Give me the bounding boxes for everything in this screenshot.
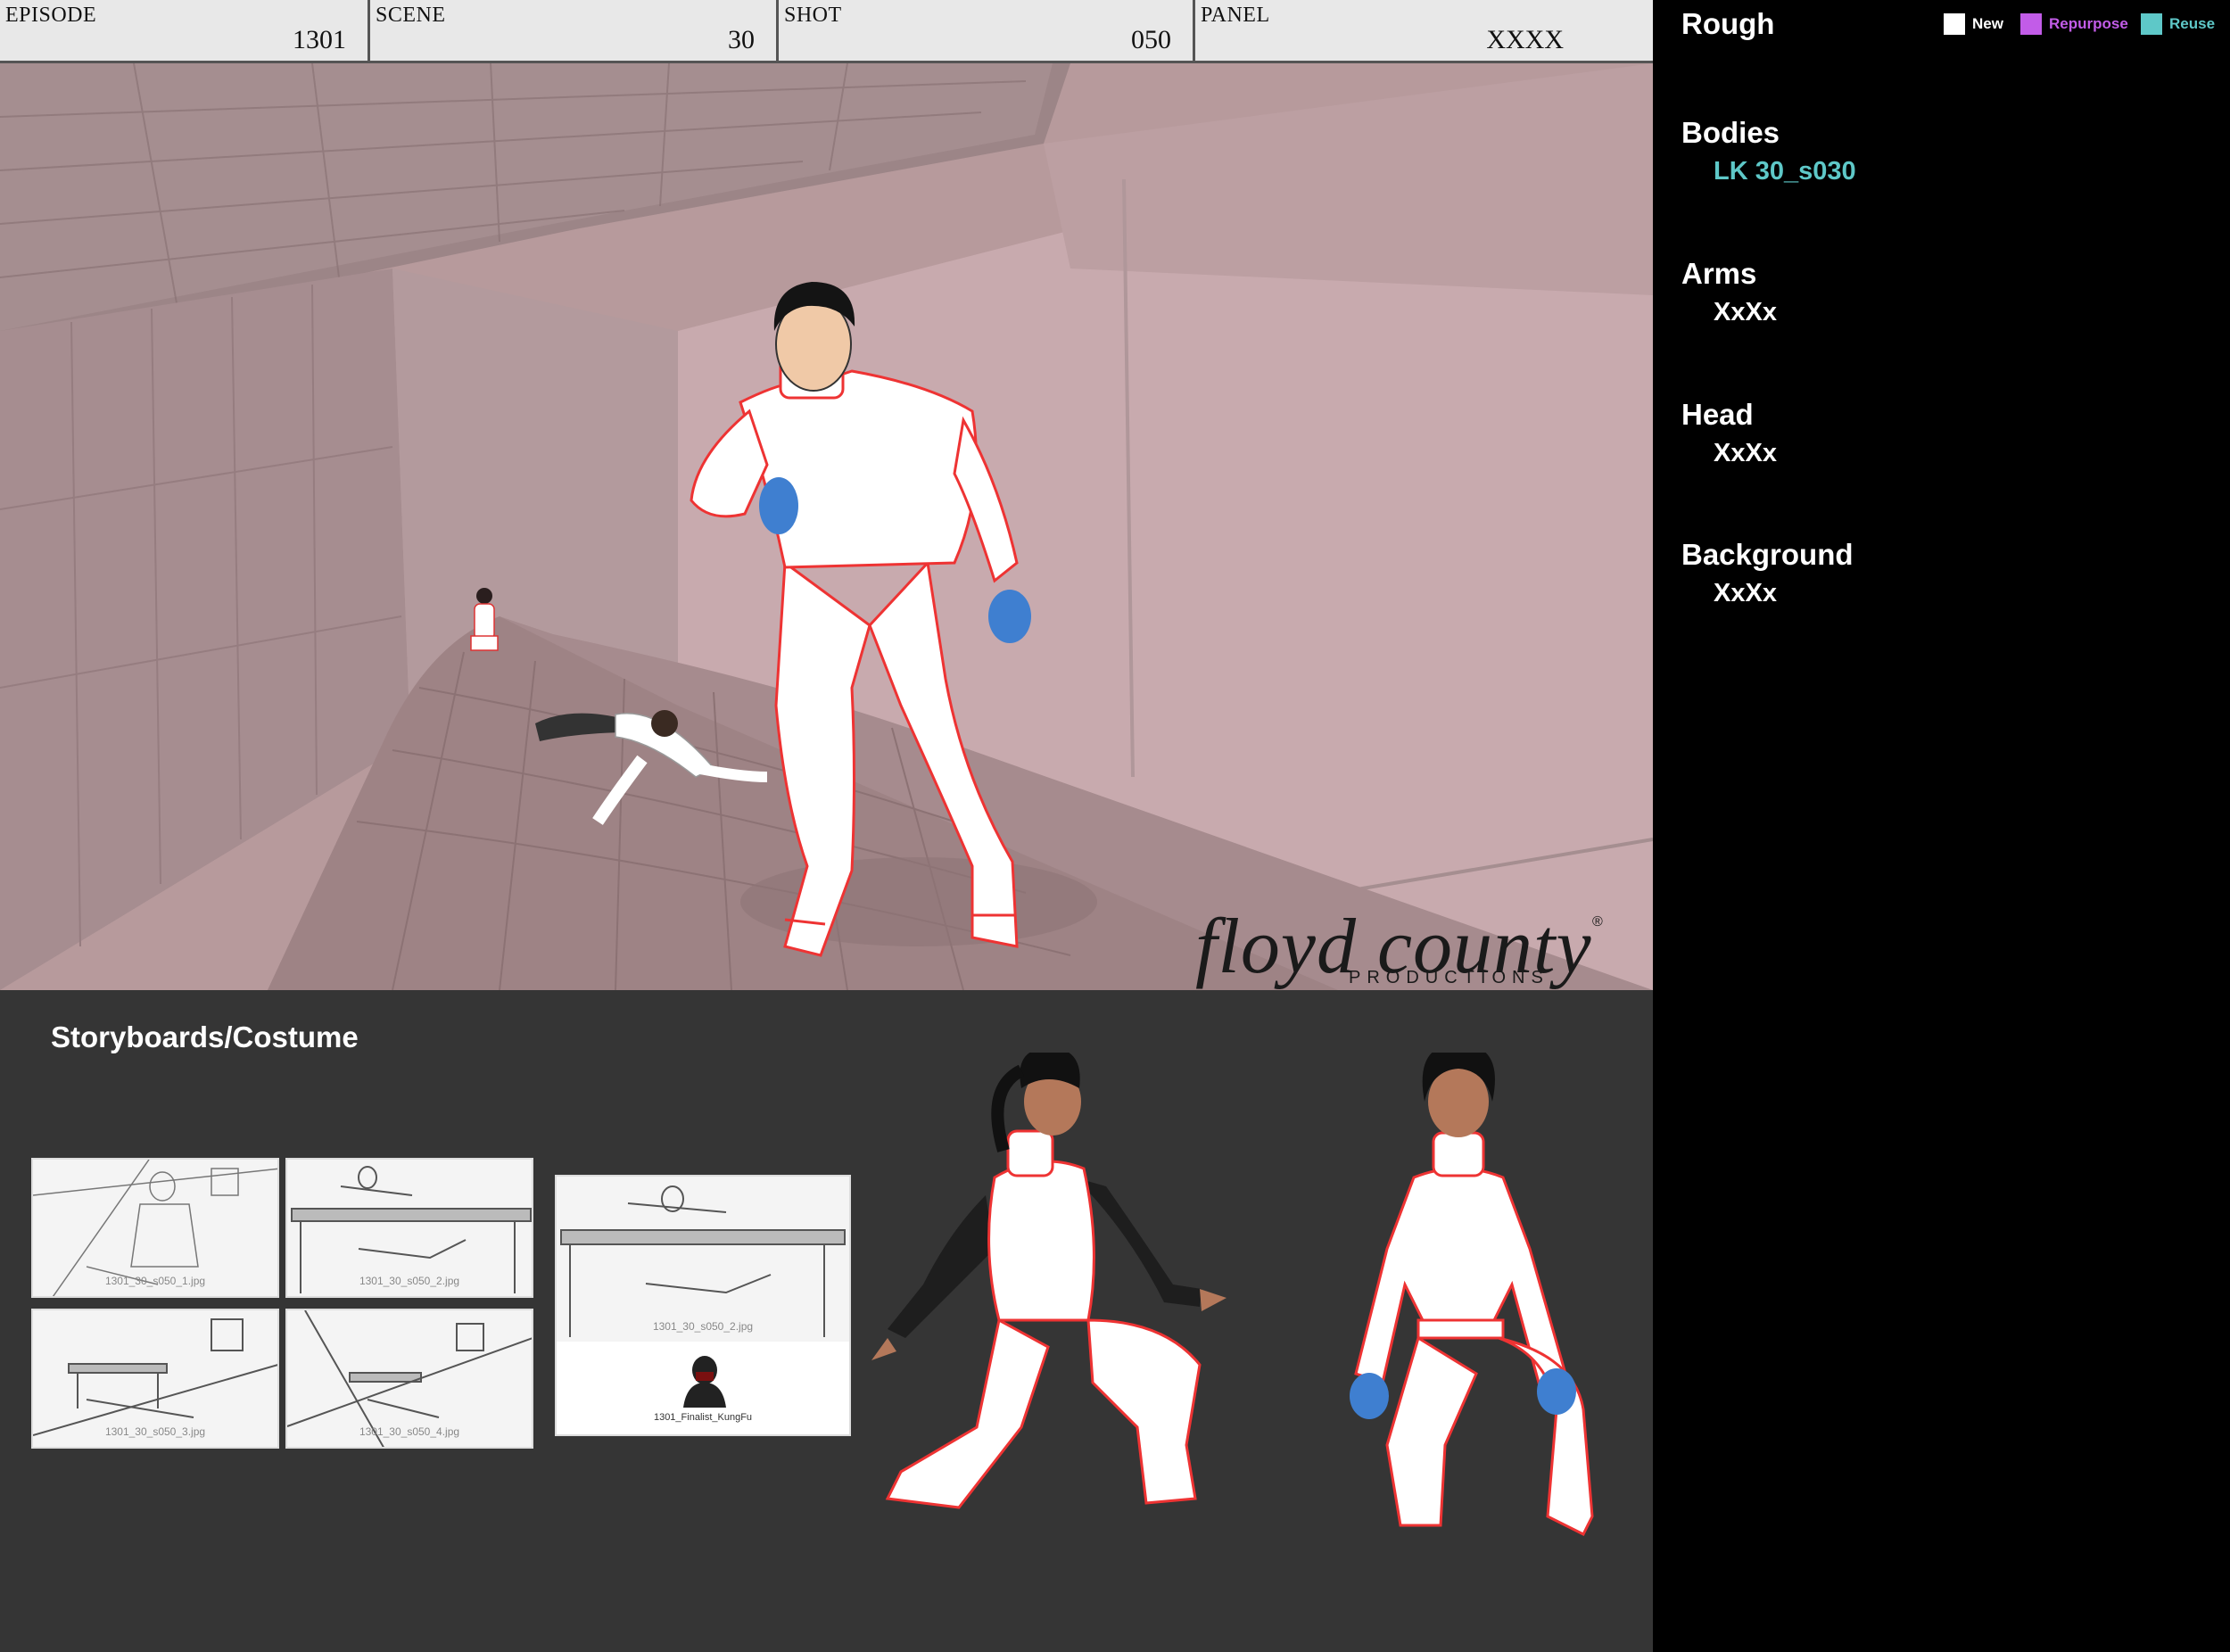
- storyboards-costume-section: Storyboards/Costume 1301_30_s050_1.jpg 1…: [0, 990, 1653, 1652]
- head-value: XxXx: [1714, 439, 1777, 467]
- reference-character-icon: [683, 1356, 726, 1408]
- panel-value: XXXX: [1486, 25, 1564, 54]
- scene-label: SCENE: [376, 4, 446, 27]
- storyboard-sketch-5: [560, 1185, 846, 1337]
- storyboard-large-card[interactable]: 1301_30_s050_2.jpg 1301_Finalist_KungFu: [555, 1175, 851, 1436]
- panel-label: PANEL: [1201, 4, 1270, 27]
- legend-reuse-label: Reuse: [2169, 15, 2216, 32]
- legend-new: New: [1944, 12, 2003, 36]
- legend-new-label: New: [1972, 15, 2003, 32]
- main-character-glove-right: [988, 590, 1031, 643]
- storyboard-thumb-5: 1301_30_s050_2.jpg: [557, 1177, 849, 1342]
- shot-label: SHOT: [784, 4, 842, 27]
- background-heading: Background: [1681, 538, 1854, 571]
- background-value: XxXx: [1714, 579, 1777, 607]
- episode-label: EPISODE: [5, 4, 97, 27]
- episode-value: 1301: [293, 25, 346, 54]
- logo-registered-mark: ®: [1592, 914, 1603, 929]
- legend-repurpose-swatch: [2020, 13, 2042, 35]
- main-character-glove-left: [759, 477, 798, 534]
- floyd-county-logo: floyd county ® PRODUCTIONS: [1195, 902, 1623, 990]
- legend-repurpose: Repurpose: [2020, 12, 2128, 36]
- bodies-heading: Bodies: [1681, 116, 1780, 149]
- costume-figure-front: [1350, 1053, 1594, 1537]
- legend-reuse: Reuse: [2141, 12, 2215, 36]
- arms-heading: Arms: [1681, 257, 1757, 290]
- scene-background: [0, 63, 1653, 990]
- legend-repurpose-label: Repurpose: [2049, 15, 2128, 32]
- storyboard-thumb-1[interactable]: 1301_30_s050_1.jpg: [31, 1158, 279, 1298]
- storyboard-thumb-2[interactable]: 1301_30_s050_2.jpg: [285, 1158, 533, 1298]
- asset-sidebar: Rough New Repurpose Reuse Bodies LK 30_s…: [1653, 0, 2230, 1652]
- head-heading: Head: [1681, 398, 1754, 431]
- slate-header: EPISODE 1301 SCENE 30 SHOT 050 PANEL XXX…: [0, 0, 1653, 63]
- storyboard-caption-4: 1301_30_s050_4.jpg: [359, 1425, 460, 1438]
- slate-episode: EPISODE 1301: [0, 0, 370, 61]
- shot-value: 050: [1131, 25, 1171, 54]
- storyboard-caption-1: 1301_30_s050_1.jpg: [104, 1275, 206, 1287]
- scene-value: 30: [728, 25, 755, 54]
- bodies-value: LK 30_s030: [1714, 157, 1856, 186]
- storyboards-title: Storyboards/Costume: [51, 1020, 359, 1053]
- slate-panel: PANEL XXXX: [1195, 0, 1653, 61]
- reference-caption: 1301_Finalist_KungFu: [653, 1412, 753, 1423]
- costume-turnaround: [871, 1053, 1594, 1537]
- storyboard-caption-5: 1301_30_s050_2.jpg: [652, 1320, 754, 1333]
- storyboard-thumb-3[interactable]: 1301_30_s050_3.jpg: [31, 1309, 279, 1449]
- main-panel-illustration: floyd county ® PRODUCTIONS: [0, 63, 1653, 990]
- slate-scene: SCENE 30: [370, 0, 779, 61]
- arms-value: XxXx: [1714, 298, 1777, 326]
- legend-new-swatch: [1944, 13, 1965, 35]
- storyboard-caption-3: 1301_30_s050_3.jpg: [104, 1425, 206, 1438]
- storyboard-thumb-4[interactable]: 1301_30_s050_4.jpg: [285, 1309, 533, 1449]
- slate-shot: SHOT 050: [779, 0, 1195, 61]
- legend-reuse-swatch: [2141, 13, 2162, 35]
- logo-subtitle: PRODUCTIONS: [1349, 968, 1549, 987]
- rough-title: Rough: [1681, 7, 1775, 40]
- storyboard-caption-2: 1301_30_s050_2.jpg: [359, 1275, 460, 1287]
- costume-figure-side: [871, 1053, 1226, 1509]
